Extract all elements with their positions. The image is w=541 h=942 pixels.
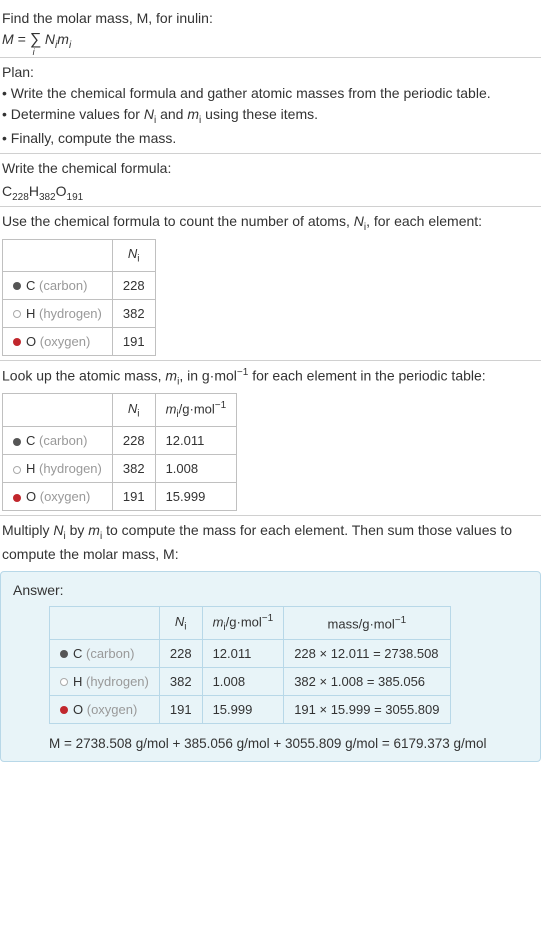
count-atoms-label: Use the chemical formula to count the nu…	[2, 211, 539, 235]
n-cell: 382	[159, 667, 202, 695]
formula-m-var: m	[57, 31, 69, 47]
n-cell: 228	[112, 427, 155, 455]
oxygen-dot-icon	[60, 706, 68, 714]
element-cell: H (hydrogen)	[3, 299, 113, 327]
m-cell: 1.008	[202, 667, 284, 695]
header-blank	[3, 240, 113, 272]
m-cell: 1.008	[155, 455, 237, 483]
header-n: Ni	[112, 240, 155, 272]
plan-bullet-2: • Determine values for Ni and mi using t…	[2, 104, 539, 128]
calc-cell: 228 × 12.011 = 2738.508	[284, 639, 450, 667]
chemical-formula: C228H382O191	[2, 179, 539, 203]
header-blank	[3, 394, 113, 427]
table-row: C (carbon) 228	[3, 271, 156, 299]
n-cell: 191	[112, 327, 155, 355]
table-row: H (hydrogen) 382 1.008 382 × 1.008 = 385…	[50, 667, 451, 695]
formula-n: N	[45, 31, 55, 47]
atom-count-table: Ni C (carbon) 228 H (hydrogen) 382 O (ox…	[2, 239, 156, 356]
oxygen-dot-icon	[13, 494, 21, 502]
element-cell: C (carbon)	[3, 271, 113, 299]
carbon-dot-icon	[60, 650, 68, 658]
formula-m-equals: M =	[2, 31, 30, 47]
table-row: C (carbon) 228 12.011	[3, 427, 237, 455]
header-mass: mass/g·mol−1	[284, 606, 450, 639]
section-chemical-formula: Write the chemical formula: C228H382O191	[0, 154, 541, 208]
element-cell: H (hydrogen)	[50, 667, 160, 695]
section-atomic-mass: Look up the atomic mass, mi, in g·mol−1 …	[0, 361, 541, 516]
n-cell: 382	[112, 455, 155, 483]
atomic-mass-label: Look up the atomic mass, mi, in g·mol−1 …	[2, 365, 539, 389]
plan-label: Plan:	[2, 62, 539, 83]
n-cell: 191	[159, 695, 202, 723]
section-multiply: Multiply Ni by mi to compute the mass fo…	[0, 516, 541, 569]
section-plan: Plan: • Write the chemical formula and g…	[0, 58, 541, 154]
answer-box: Answer: Ni mi/g·mol−1 mass/g·mol−1 C (ca…	[0, 571, 541, 762]
header-blank	[50, 606, 160, 639]
molar-mass-formula: M = ∑i Nimi	[2, 29, 539, 53]
n-cell: 382	[112, 299, 155, 327]
n-cell: 191	[112, 483, 155, 511]
header-n: Ni	[159, 606, 202, 639]
table-row: O (oxygen) 191 15.999	[3, 483, 237, 511]
section-find-molar-mass: Find the molar mass, M, for inulin: M = …	[0, 4, 541, 58]
answer-label: Answer:	[13, 582, 528, 598]
hydrogen-dot-icon	[13, 466, 21, 474]
carbon-dot-icon	[13, 282, 21, 290]
calc-cell: 382 × 1.008 = 385.056	[284, 667, 450, 695]
table-row: O (oxygen) 191 15.999 191 × 15.999 = 305…	[50, 695, 451, 723]
table-header-row: Ni mi/g·mol−1	[3, 394, 237, 427]
carbon-dot-icon	[13, 438, 21, 446]
table-header-row: Ni mi/g·mol−1 mass/g·mol−1	[50, 606, 451, 639]
header-n: Ni	[112, 394, 155, 427]
intro-line: Find the molar mass, M, for inulin:	[2, 8, 539, 29]
element-cell: H (hydrogen)	[3, 455, 113, 483]
element-cell: O (oxygen)	[3, 327, 113, 355]
plan-bullet-1: • Write the chemical formula and gather …	[2, 83, 539, 104]
answer-table: Ni mi/g·mol−1 mass/g·mol−1 C (carbon) 22…	[49, 606, 451, 724]
m-cell: 12.011	[155, 427, 237, 455]
sigma-icon: ∑i	[30, 31, 41, 49]
oxygen-dot-icon	[13, 338, 21, 346]
n-cell: 228	[112, 271, 155, 299]
m-cell: 15.999	[155, 483, 237, 511]
section-count-atoms: Use the chemical formula to count the nu…	[0, 207, 541, 360]
final-equation: M = 2738.508 g/mol + 385.056 g/mol + 305…	[49, 736, 528, 751]
m-cell: 15.999	[202, 695, 284, 723]
table-row: H (hydrogen) 382 1.008	[3, 455, 237, 483]
hydrogen-dot-icon	[60, 678, 68, 686]
chem-formula-label: Write the chemical formula:	[2, 158, 539, 179]
header-m: mi/g·mol−1	[155, 394, 237, 427]
table-row: H (hydrogen) 382	[3, 299, 156, 327]
table-header-row: Ni	[3, 240, 156, 272]
element-cell: O (oxygen)	[3, 483, 113, 511]
element-cell: C (carbon)	[50, 639, 160, 667]
element-cell: C (carbon)	[3, 427, 113, 455]
header-m: mi/g·mol−1	[202, 606, 284, 639]
atomic-mass-table: Ni mi/g·mol−1 C (carbon) 228 12.011 H (h…	[2, 393, 237, 511]
element-cell: O (oxygen)	[50, 695, 160, 723]
table-row: C (carbon) 228 12.011 228 × 12.011 = 273…	[50, 639, 451, 667]
plan-bullet-3: • Finally, compute the mass.	[2, 128, 539, 149]
multiply-label: Multiply Ni by mi to compute the mass fo…	[2, 520, 539, 565]
calc-cell: 191 × 15.999 = 3055.809	[284, 695, 450, 723]
hydrogen-dot-icon	[13, 310, 21, 318]
n-cell: 228	[159, 639, 202, 667]
m-cell: 12.011	[202, 639, 284, 667]
table-row: O (oxygen) 191	[3, 327, 156, 355]
